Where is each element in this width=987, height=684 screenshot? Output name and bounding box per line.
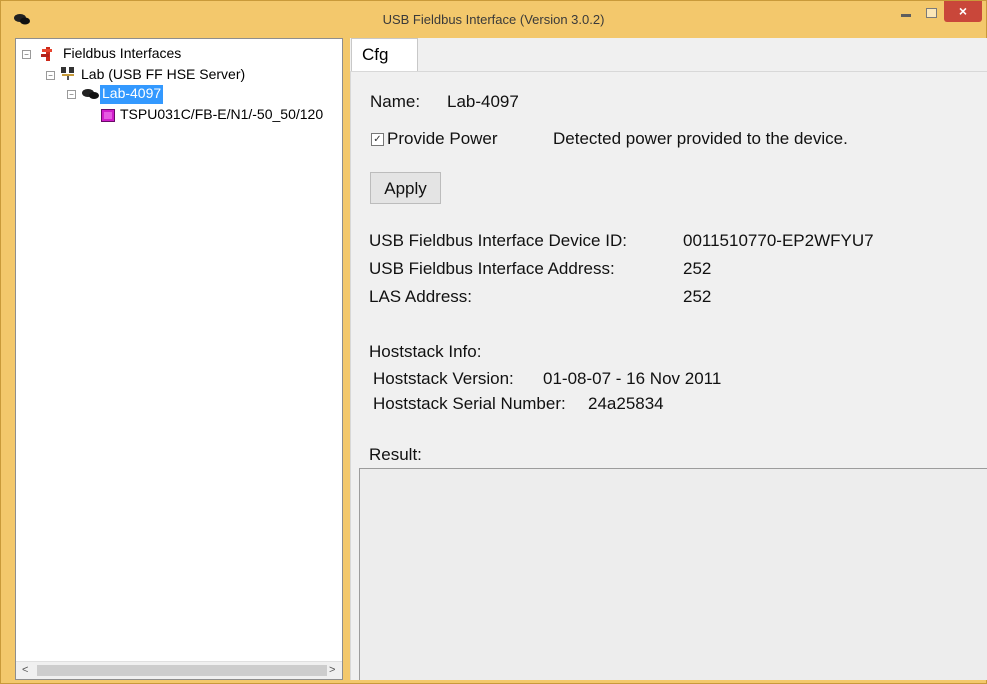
- provide-power-label[interactable]: Provide Power: [387, 129, 498, 149]
- provide-power-checkbox[interactable]: ✓: [371, 133, 384, 146]
- interface-address-label: USB Fieldbus Interface Address:: [369, 259, 615, 278]
- horizontal-scrollbar[interactable]: < >: [16, 661, 342, 679]
- device-id-value: 0011510770-EP2WFYU7: [683, 231, 874, 250]
- tree-item-fieldbus-interfaces[interactable]: Fieldbus Interfaces: [63, 45, 181, 63]
- window-title: USB Fieldbus Interface (Version 3.0.2): [382, 12, 605, 27]
- minimize-button[interactable]: [896, 1, 916, 23]
- app-window: USB Fieldbus Interface (Version 3.0.2) ×…: [0, 0, 987, 684]
- las-address-value: 252: [683, 287, 712, 306]
- apply-button[interactable]: Apply: [370, 172, 441, 204]
- hoststack-version-value: 01-08-07 - 16 Nov 2011: [543, 369, 722, 388]
- hoststack-version-label: Hoststack Version:: [373, 369, 514, 388]
- power-status-text: Detected power provided to the device.: [553, 129, 848, 148]
- title-bar[interactable]: USB Fieldbus Interface (Version 3.0.2) ×: [1, 1, 986, 37]
- hoststack-serial-label: Hoststack Serial Number:: [373, 394, 566, 413]
- tree-item-lab-server[interactable]: Lab (USB FF HSE Server): [81, 66, 245, 84]
- config-panel: Cfg Name: Lab-4097 ✓ Provide Power Detec…: [350, 38, 987, 680]
- minimize-icon: [901, 14, 911, 17]
- close-button[interactable]: ×: [944, 1, 982, 22]
- name-value: Lab-4097: [447, 92, 519, 111]
- fieldbus-icon: [41, 47, 52, 61]
- device-id-label: USB Fieldbus Interface Device ID:: [369, 231, 627, 250]
- las-address-label: LAS Address:: [369, 287, 473, 306]
- maximize-icon: [926, 8, 937, 18]
- maximize-button[interactable]: [921, 1, 941, 23]
- device-icon: [101, 109, 115, 122]
- tab-cfg[interactable]: Cfg: [351, 38, 418, 71]
- result-output[interactable]: [359, 468, 987, 680]
- server-icon: [61, 67, 74, 80]
- interface-address-value: 252: [683, 259, 712, 278]
- hoststack-info-header: Hoststack Info:: [369, 342, 482, 361]
- hoststack-serial-value: 24a25834: [588, 394, 664, 413]
- scroll-right-icon[interactable]: >: [329, 664, 335, 676]
- tree-item-device[interactable]: TSPU031C/FB-E/N1/-50_50/120: [120, 106, 323, 124]
- result-label: Result:: [369, 445, 422, 464]
- collapse-toggle-server[interactable]: −: [46, 71, 55, 80]
- collapse-toggle-root[interactable]: −: [22, 50, 31, 59]
- scrollbar-thumb[interactable]: [37, 665, 327, 676]
- collapse-toggle-interface[interactable]: −: [67, 90, 76, 99]
- scroll-left-icon[interactable]: <: [22, 664, 28, 676]
- interface-icon: [82, 89, 99, 99]
- close-icon: ×: [958, 3, 968, 19]
- tree-item-lab-4097[interactable]: Lab-4097: [100, 85, 164, 104]
- device-tree[interactable]: − Fieldbus Interfaces − Lab (USB FF HSE …: [15, 38, 343, 680]
- name-label: Name:: [370, 92, 421, 111]
